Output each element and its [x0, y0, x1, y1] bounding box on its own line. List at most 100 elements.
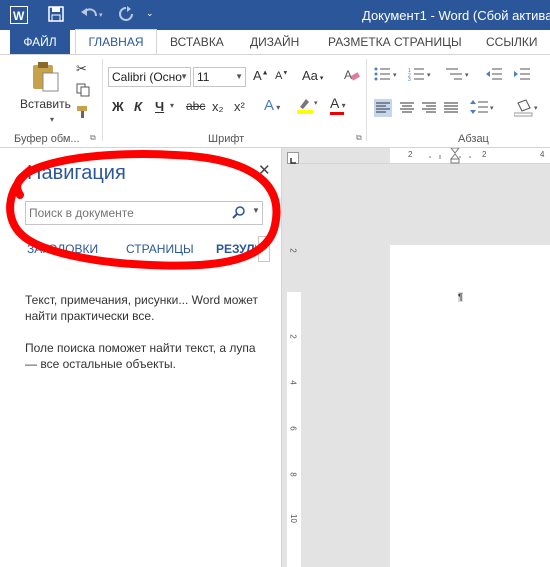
tab-selector-icon[interactable]: [287, 152, 299, 164]
cut-icon[interactable]: ✂: [76, 61, 87, 77]
redo-icon[interactable]: [118, 6, 134, 27]
ruler-tick: 2: [288, 334, 298, 339]
search-icon[interactable]: [232, 205, 246, 224]
nav-title: Навигация: [27, 162, 126, 184]
paste-dropdown-icon[interactable]: ▾: [50, 115, 54, 124]
svg-text:W: W: [13, 9, 25, 23]
tab-results[interactable]: РЕЗУЛЬ: [216, 242, 256, 256]
format-painter-icon[interactable]: [76, 105, 90, 122]
font-color-label: A: [330, 95, 340, 111]
ruler-minor-ticks: [429, 155, 471, 159]
paragraph-mark: ¶: [458, 292, 463, 302]
numbering-icon[interactable]: 1 2 3 ▾: [408, 67, 434, 84]
nav-help-text-2: Поле поиска поможет найти текст, а лупа …: [25, 341, 256, 371]
svg-text:A: A: [344, 68, 352, 82]
highlight-icon[interactable]: ▾: [296, 95, 320, 118]
underline-dropdown-icon[interactable]: ▾: [170, 101, 174, 110]
ruler-tick: 4: [540, 150, 545, 159]
tab-headings[interactable]: ЗАГОЛОВКИ: [27, 242, 98, 256]
tab-insert[interactable]: ВСТАВКА: [170, 30, 224, 54]
qat-customize-icon[interactable]: ⌄: [146, 8, 154, 19]
svg-text:▾: ▾: [314, 100, 318, 107]
font-group-label: Шрифт: [208, 133, 245, 145]
undo-icon[interactable]: ▾: [80, 6, 106, 27]
line-spacing-icon[interactable]: ▾: [470, 99, 496, 118]
bold-button[interactable]: Ж: [112, 99, 124, 114]
nav-tabs-scroll-right-icon[interactable]: ▸: [258, 236, 270, 262]
font-size-value: 11: [197, 70, 210, 84]
ruler-tick: 2: [482, 150, 487, 159]
svg-text:▾: ▾: [465, 72, 469, 79]
subscript-button[interactable]: x₂: [212, 99, 224, 114]
italic-button[interactable]: К: [134, 99, 142, 114]
bullets-icon[interactable]: ▾: [374, 67, 400, 84]
search-dropdown-icon[interactable]: ▼: [252, 206, 260, 215]
tab-home[interactable]: ГЛАВНАЯ: [75, 29, 157, 55]
change-case-button[interactable]: Aa ▾: [302, 68, 323, 83]
text-effects-label: A: [264, 97, 275, 114]
font-name-value: Calibri (Осно: [112, 70, 182, 84]
ribbon: Вставить ▾ ✂ Буфер обм... ⧉ Calibri (Осн…: [0, 54, 550, 148]
font-size-combo[interactable]: 11 ▼: [193, 67, 246, 87]
word-logo-icon[interactable]: W: [10, 6, 28, 24]
shrink-font-button[interactable]: A▼: [275, 70, 288, 82]
ribbon-separator: [366, 59, 367, 141]
font-name-combo[interactable]: Calibri (Осно ▼: [108, 67, 191, 87]
justify-icon[interactable]: [444, 101, 458, 118]
tab-pages[interactable]: СТРАНИЦЫ: [126, 242, 194, 256]
ribbon-separator: [102, 59, 103, 141]
clipboard-group-label: Буфер обм...: [14, 133, 80, 145]
multilevel-list-icon[interactable]: ▾: [446, 67, 472, 84]
font-launcher-icon[interactable]: ⧉: [356, 133, 362, 143]
ruler-tick: 4: [288, 380, 298, 385]
svg-text:▾: ▾: [534, 105, 538, 112]
clear-formatting-icon[interactable]: A: [344, 67, 360, 86]
svg-text:▾: ▾: [99, 12, 103, 19]
vertical-ruler[interactable]: 2 2 4 6 8 10: [287, 242, 301, 567]
grow-font-button[interactable]: A▲: [253, 68, 269, 83]
document-page[interactable]: ¶: [390, 245, 550, 567]
text-effects-button[interactable]: A ▾: [264, 97, 280, 114]
clipboard-launcher-icon[interactable]: ⧉: [90, 133, 96, 143]
ruler-tick: 8: [288, 472, 298, 477]
chevron-down-icon: ▼: [235, 72, 243, 81]
tab-design[interactable]: ДИЗАЙН: [250, 30, 299, 54]
copy-icon[interactable]: [76, 83, 90, 100]
ruler-tick: 2: [408, 150, 413, 159]
chevron-down-icon: ▼: [180, 72, 188, 81]
tab-file[interactable]: ФАЙЛ: [10, 30, 70, 54]
svg-text:3: 3: [408, 77, 411, 81]
align-center-icon[interactable]: [400, 101, 414, 118]
change-case-label: Aa: [302, 68, 318, 83]
navigation-pane: Навигация ▼ ✕ ▼ ЗАГОЛОВКИ СТРАНИЦЫ РЕЗУЛ…: [0, 148, 282, 567]
close-icon[interactable]: ✕: [258, 161, 271, 179]
ruler-tick: 2: [288, 248, 298, 253]
paste-icon[interactable]: [30, 61, 60, 98]
search-input[interactable]: [29, 204, 219, 222]
ribbon-tabs: ФАЙЛ ГЛАВНАЯ ВСТАВКА ДИЗАЙН РАЗМЕТКА СТР…: [0, 29, 550, 55]
tab-page-layout[interactable]: РАЗМЕТКА СТРАНИЦЫ: [328, 30, 462, 54]
align-left-icon[interactable]: [374, 99, 392, 117]
font-color-button[interactable]: A ▾: [330, 95, 346, 115]
shading-icon[interactable]: ▾: [513, 99, 542, 120]
horizontal-ruler[interactable]: 2 2 4: [300, 148, 550, 164]
save-icon[interactable]: [48, 6, 64, 27]
title-bar: W ▾ ⌄ Документ1 - Word (Сбой активаци: [0, 0, 550, 30]
paragraph-group-label: Абзац: [458, 133, 489, 145]
grow-font-label: A: [253, 68, 262, 83]
strikethrough-button[interactable]: abc: [186, 99, 205, 113]
svg-text:▾: ▾: [393, 72, 397, 79]
svg-text:▾: ▾: [427, 72, 431, 79]
increase-indent-icon[interactable]: [514, 67, 530, 84]
nav-options-icon[interactable]: ▼: [242, 166, 251, 176]
window-title: Документ1 - Word (Сбой активаци: [362, 8, 550, 23]
font-color-swatch: [330, 112, 344, 115]
superscript-button[interactable]: x²: [234, 99, 245, 114]
decrease-indent-icon[interactable]: [486, 67, 502, 84]
ruler-tick: 6: [288, 426, 298, 431]
tab-references[interactable]: ССЫЛКИ: [486, 30, 537, 54]
underline-button[interactable]: Ч: [155, 99, 164, 114]
paste-button[interactable]: Вставить: [20, 97, 71, 111]
align-right-icon[interactable]: [422, 101, 436, 118]
svg-text:▾: ▾: [490, 105, 494, 112]
